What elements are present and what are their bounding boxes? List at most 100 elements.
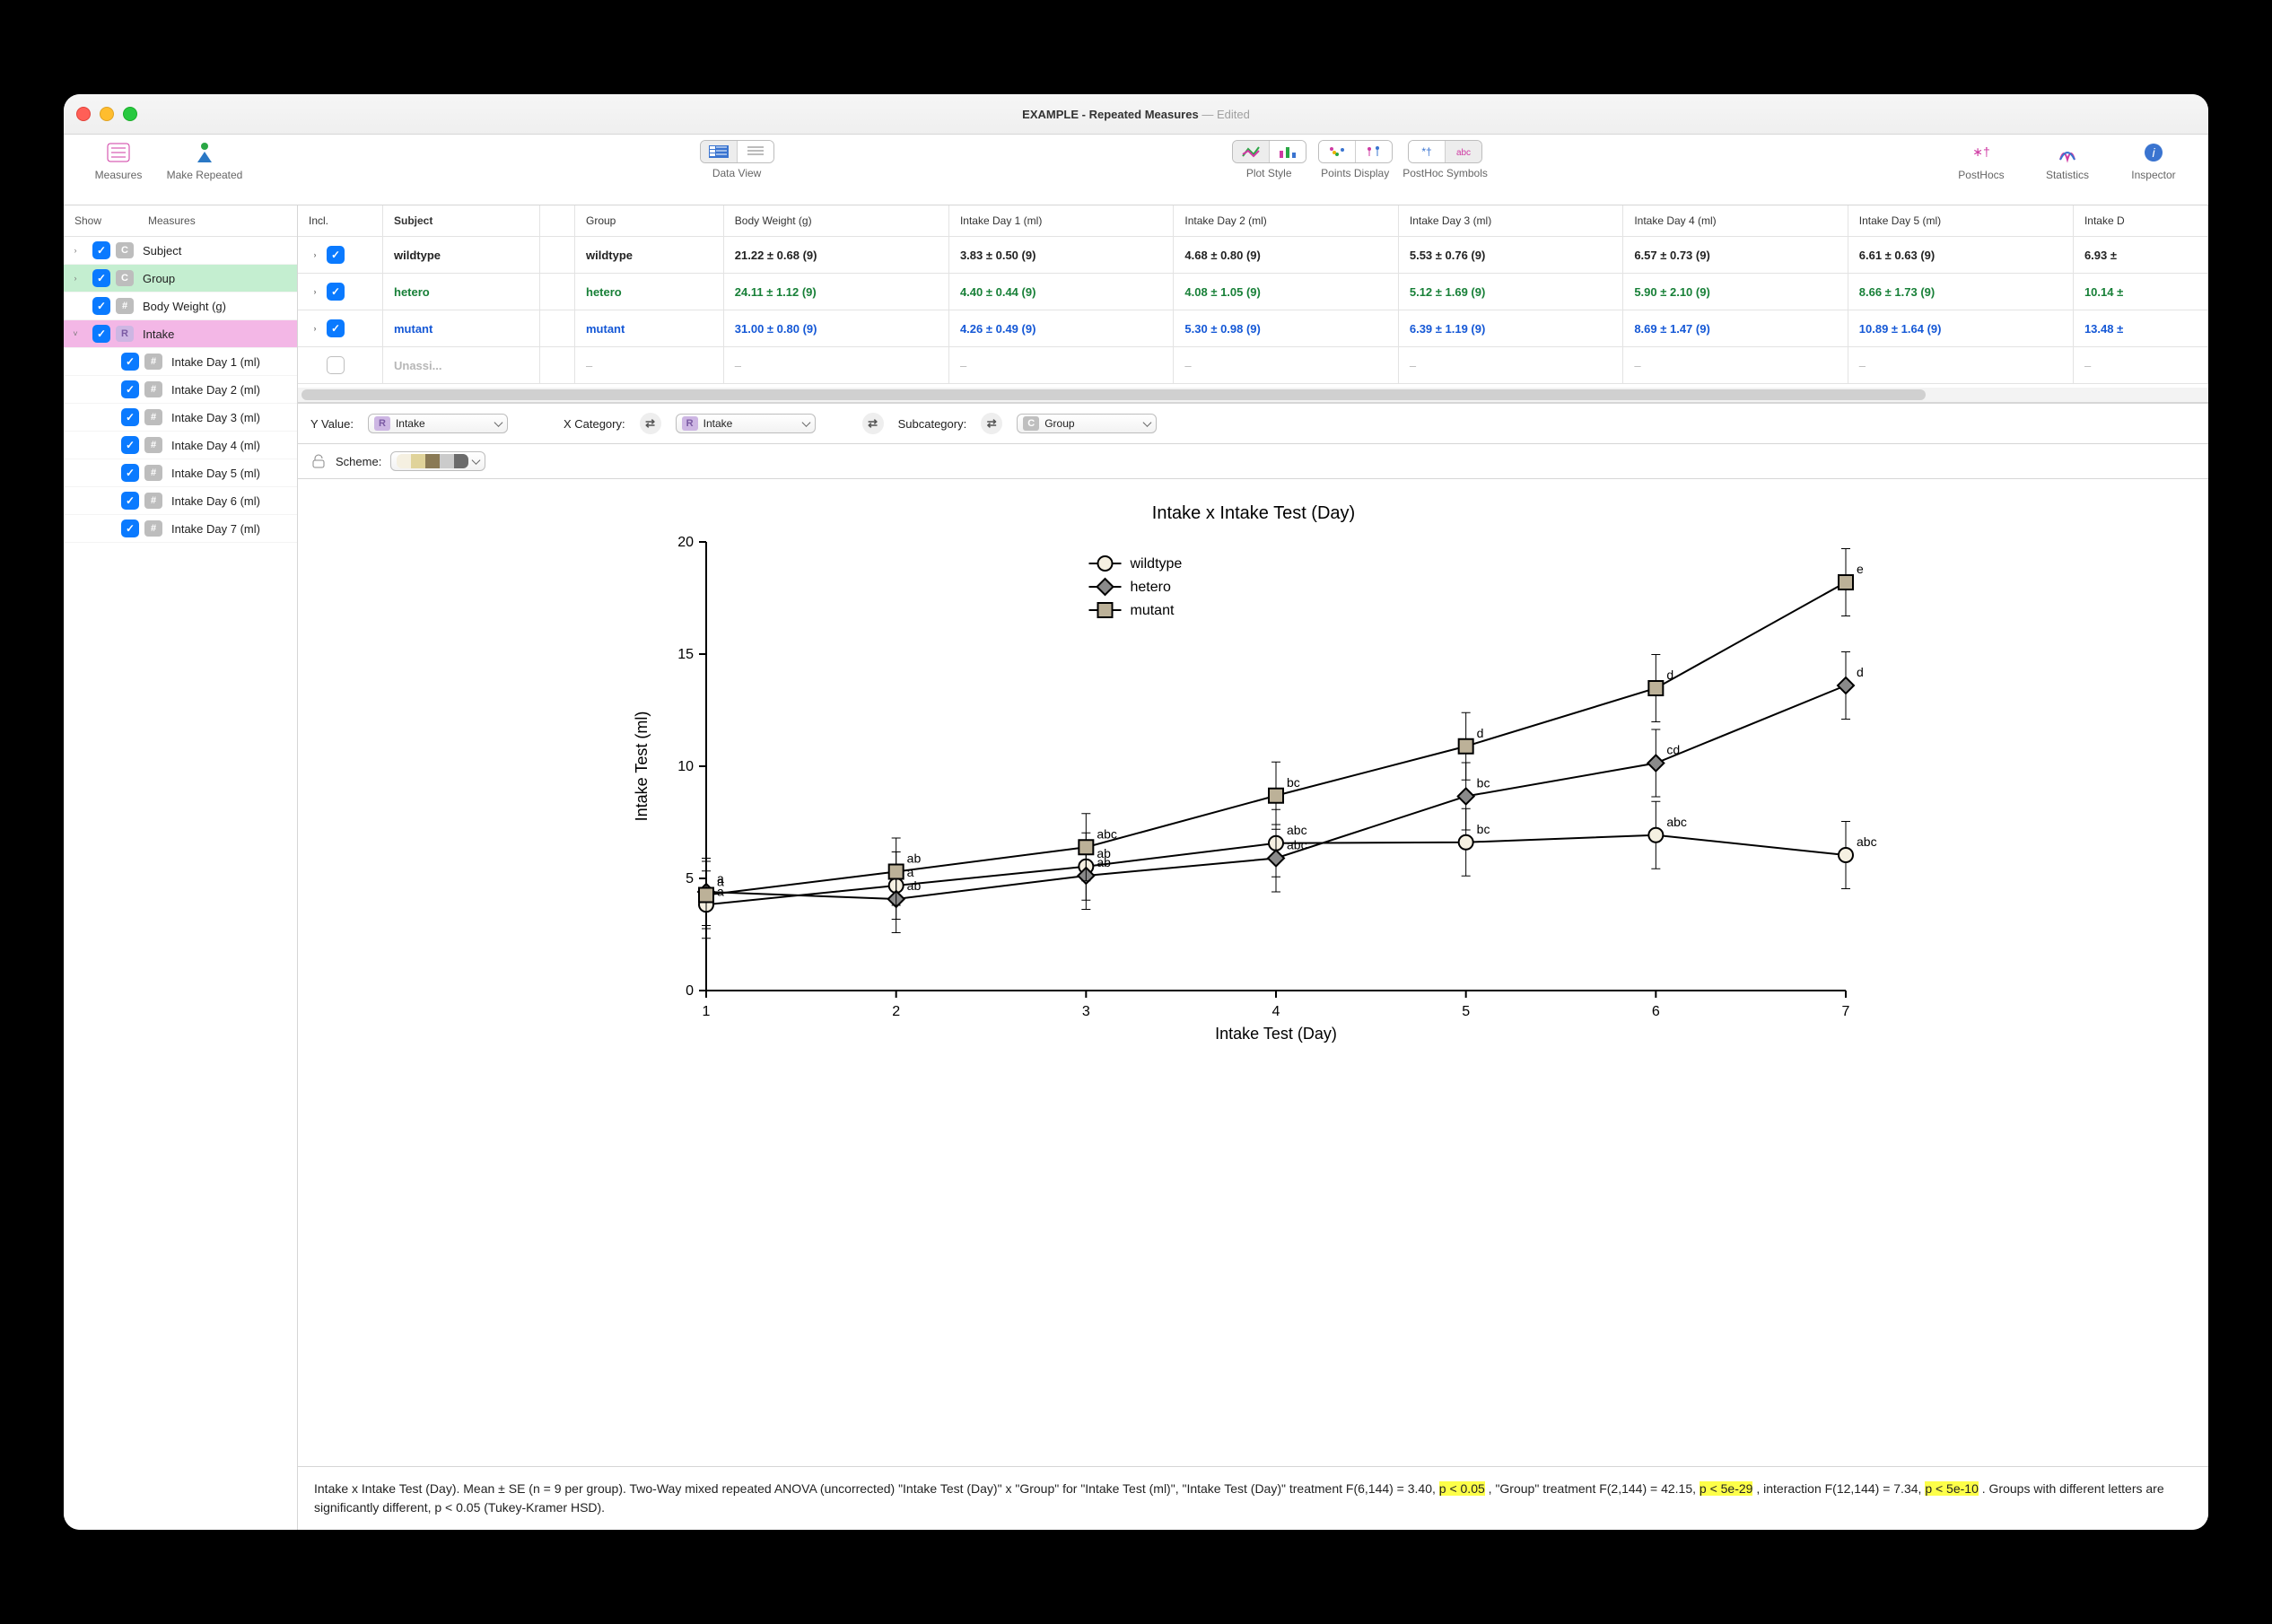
toolbar-posthocs[interactable]: ∗† PostHocs [1943,140,2020,181]
measure-checkbox[interactable] [121,464,139,482]
points-display-bars-icon[interactable] [1356,141,1392,162]
sidebar-item-group[interactable]: ›CGroup [64,265,297,292]
svg-text:5: 5 [1462,1004,1470,1019]
value-cell: – [1398,347,1622,384]
measure-checkbox[interactable] [92,241,110,259]
table-header[interactable]: Intake Day 5 (ml) [1848,205,2073,237]
sidebar-item-subject[interactable]: ›CSubject [64,237,297,265]
row-disclosure-icon[interactable]: › [309,285,321,298]
close-window[interactable] [76,107,91,121]
include-checkbox[interactable] [327,246,345,264]
table-header[interactable]: Intake Day 4 (ml) [1623,205,1848,237]
minimize-window[interactable] [100,107,114,121]
measure-checkbox[interactable] [121,492,139,510]
table-row[interactable]: ›mutantmutant31.00 ± 0.80 (9)4.26 ± 0.49… [298,310,2208,347]
svg-text:abc: abc [1666,815,1687,829]
table-row[interactable]: ›heterohetero24.11 ± 1.12 (9)4.40 ± 0.44… [298,274,2208,310]
dataview-summary-icon[interactable] [701,141,737,162]
row-disclosure-icon[interactable]: › [309,322,321,335]
points-display-dots-icon[interactable] [1319,141,1355,162]
value-cell: 21.22 ± 0.68 (9) [723,237,948,274]
table-header[interactable]: Incl. [298,205,383,237]
posthoc-symbols-label: PostHoc Symbols [1403,167,1488,179]
measure-type-badge: C [116,270,134,286]
value-cell: – [948,347,1173,384]
sidebar-item-intake-day-2-ml-[interactable]: #Intake Day 2 (ml) [64,376,297,404]
yvalue-select[interactable]: RIntake [368,414,508,433]
value-cell: 6.61 ± 0.63 (9) [1848,237,2073,274]
table-row[interactable]: Unassi...–––––––– [298,347,2208,384]
measures-icon [106,143,131,162]
posthoc-letters-icon[interactable]: abc [1446,141,1481,162]
table-header[interactable]: Intake Day 2 (ml) [1174,205,1398,237]
swap-sub-icon[interactable]: ⇄ [862,413,884,434]
subject-cell: mutant [383,310,540,347]
measure-checkbox[interactable] [121,408,139,426]
table-header[interactable]: Subject [383,205,540,237]
xcat-select[interactable]: RIntake [676,414,816,433]
toolbar-inspector[interactable]: i Inspector [2115,140,2192,181]
row-disclosure-icon[interactable]: › [309,249,321,261]
include-checkbox[interactable] [327,356,345,374]
table-header[interactable]: Group [575,205,724,237]
svg-text:5: 5 [686,871,694,886]
measures-sidebar: Show Measures ›CSubject›CGroup#Body Weig… [64,205,298,1530]
measure-checkbox[interactable] [92,325,110,343]
disclosure-icon[interactable]: › [69,272,82,284]
table-horizontal-scrollbar[interactable] [298,388,2208,402]
table-row[interactable]: ›wildtypewildtype21.22 ± 0.68 (9)3.83 ± … [298,237,2208,274]
sidebar-item-intake-day-4-ml-[interactable]: #Intake Day 4 (ml) [64,432,297,459]
table-header[interactable]: Intake D [2073,205,2207,237]
disclosure-icon[interactable]: › [69,244,82,257]
sidebar-item-intake-day-7-ml-[interactable]: #Intake Day 7 (ml) [64,515,297,543]
table-header[interactable]: Intake Day 3 (ml) [1398,205,1622,237]
measure-type-badge: # [144,409,162,425]
toolbar-data-view[interactable]: Data View [698,140,775,179]
sidebar-header-measures[interactable]: Measures [137,205,297,236]
subject-cell: Unassi... [383,347,540,384]
toolbar-statistics[interactable]: Statistics [2029,140,2106,181]
measure-checkbox[interactable] [121,380,139,398]
table-header[interactable]: Intake Day 1 (ml) [948,205,1173,237]
xcat-value: Intake [703,417,733,430]
swap-sub-icon2[interactable]: ⇄ [981,413,1002,434]
svg-text:abc: abc [1857,834,1877,849]
measure-type-badge: # [144,465,162,481]
table-header[interactable]: Body Weight (g) [723,205,948,237]
posthoc-asterisk-icon[interactable]: *† [1409,141,1445,162]
measure-checkbox[interactable] [92,269,110,287]
sidebar-item-intake-day-5-ml-[interactable]: #Intake Day 5 (ml) [64,459,297,487]
measure-type-badge: C [116,242,134,258]
toolbar-make-repeated[interactable]: Make Repeated [166,140,243,181]
value-cell: 24.11 ± 1.12 (9) [723,274,948,310]
sidebar-item-body-weight-g-[interactable]: #Body Weight (g) [64,292,297,320]
value-cell: 5.30 ± 0.98 (9) [1174,310,1398,347]
measure-checkbox[interactable] [121,353,139,371]
measure-checkbox[interactable] [121,520,139,537]
sidebar-item-intake-day-1-ml-[interactable]: #Intake Day 1 (ml) [64,348,297,376]
measure-checkbox[interactable] [92,297,110,315]
include-checkbox[interactable] [327,319,345,337]
plot-style-line-icon[interactable] [1233,141,1269,162]
scheme-select[interactable] [390,451,485,471]
include-checkbox[interactable] [327,283,345,301]
zoom-window[interactable] [123,107,137,121]
sidebar-header-show[interactable]: Show [64,205,137,236]
svg-text:hetero: hetero [1130,580,1170,595]
measure-checkbox[interactable] [121,436,139,454]
disclosure-icon[interactable]: ˅ [69,327,82,340]
toolbar-measures[interactable]: Measures [80,140,157,181]
svg-text:bc: bc [1476,822,1490,836]
sidebar-item-intake-day-3-ml-[interactable]: #Intake Day 3 (ml) [64,404,297,432]
measure-type-badge: # [144,520,162,537]
subcat-select[interactable]: CGroup [1017,414,1157,433]
sidebar-item-intake-day-6-ml-[interactable]: #Intake Day 6 (ml) [64,487,297,515]
plot-style-bar-icon[interactable] [1270,141,1306,162]
svg-text:Intake Test (Day): Intake Test (Day) [1215,1025,1337,1043]
value-cell: 6.57 ± 0.73 (9) [1623,237,1848,274]
swap-x-sub-icon[interactable]: ⇄ [640,413,661,434]
dataview-list-icon[interactable] [738,141,773,162]
table-header[interactable] [540,205,575,237]
lock-open-icon[interactable] [310,454,327,468]
sidebar-item-intake[interactable]: ˅RIntake [64,320,297,348]
